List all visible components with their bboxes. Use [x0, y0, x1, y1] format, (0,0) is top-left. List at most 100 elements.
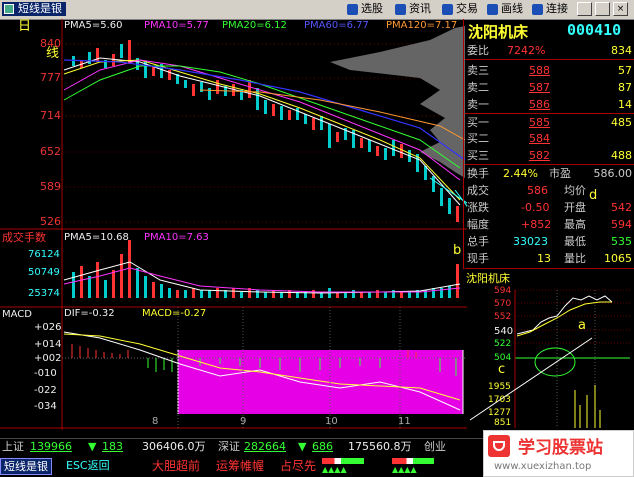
stock-name: 沈阳机床 [468, 23, 529, 41]
esc-back-button[interactable]: ESC返回 [66, 455, 110, 477]
stock-select-button[interactable]: 选股 [345, 2, 383, 16]
kline-chart[interactable] [0, 19, 467, 438]
app-title[interactable]: 短线是银 [2, 2, 66, 16]
macd-title: MACD [2, 309, 32, 320]
pma60-label: PMA60=6.77 [304, 20, 369, 31]
cy-index-label[interactable]: 创业 [424, 439, 446, 455]
sz-index-change: 686 [312, 440, 333, 453]
market-breadth-bar [392, 458, 434, 464]
sh-index-change: 183 [102, 440, 123, 453]
pma10-label: PMA10=5.77 [144, 20, 209, 31]
mini-tick: 1703 [488, 395, 511, 405]
trade-icon [442, 4, 453, 15]
status-slogan: 大胆超前 [152, 459, 201, 473]
sh-down-icon: ▼ [88, 440, 97, 453]
sh-index-value: 139966 [30, 440, 72, 453]
volume-tick: 76124 [28, 249, 60, 260]
order-row: 卖二 587 87 [467, 81, 632, 94]
select-stock-icon [347, 4, 358, 15]
sh-index-amount: 306406.0万 [142, 440, 206, 453]
breadth-icons: ▲▲▲▲ [392, 465, 417, 474]
toolbar: 短线是银 选股 资讯 交易 画线 连接 × [0, 0, 634, 20]
annotation-c: c [498, 362, 506, 377]
macd-label: MACD=-0.27 [142, 308, 207, 319]
macd-tick: -022 [34, 385, 57, 396]
macd-tick: -034 [34, 401, 57, 412]
price-tick: 652 [40, 145, 61, 158]
period-label: 日 [18, 19, 32, 34]
date-tick: 9 [240, 416, 247, 427]
status-slogan: 运筹帷幄 [216, 459, 265, 473]
price-tick: 840 [40, 37, 61, 50]
price-tick: 589 [40, 180, 61, 193]
window-controls: × [577, 2, 630, 16]
trade-button[interactable]: 交易 [440, 2, 478, 16]
sz-index-value: 282664 [244, 440, 286, 453]
volume-tick: 50749 [28, 267, 60, 278]
pma120-label: PMA120=7.17 [386, 20, 458, 31]
order-row: 买三 582 488 [467, 149, 632, 162]
minimize-icon[interactable] [577, 2, 592, 16]
watermark-url: www.xuexizhan.top [494, 461, 592, 472]
status-app-name[interactable]: 短线是银 [0, 458, 52, 475]
watermark-logo-icon [488, 435, 510, 457]
sz-down-icon: ▼ [298, 440, 307, 453]
date-tick: 11 [398, 416, 411, 427]
app-icon [4, 4, 14, 14]
stock-code: 000410 [567, 21, 622, 39]
mini-tick: 570 [494, 299, 512, 309]
watermark: 学习股票站 www.xuexizhan.top [483, 430, 634, 477]
date-tick: 8 [152, 416, 159, 427]
annotation-d: d [589, 188, 598, 203]
volume-pma10-label: PMA10=7.63 [144, 232, 209, 243]
mini-tick: 522 [494, 339, 512, 349]
stat-row: 幅度 +852 最高 594 [467, 218, 632, 231]
draw-line-button[interactable]: 画线 [485, 2, 523, 16]
sz-index-label[interactable]: 深证 [218, 439, 240, 455]
price-tick: 777 [40, 71, 61, 84]
stat-row: 现手 13 量比 1065 [467, 252, 632, 265]
connect-button[interactable]: 连接 [530, 2, 568, 16]
annotation-a: a [578, 318, 586, 333]
mini-tick: 540 [494, 326, 514, 337]
volume-tick: 25374 [28, 288, 60, 299]
market-breadth-bar [322, 458, 364, 464]
mini-tick: 1955 [488, 382, 511, 392]
status-slogan: 占尽先 [280, 459, 317, 473]
dif-label: DIF=-0.32 [64, 308, 115, 319]
sh-index-label[interactable]: 上证 [2, 439, 24, 455]
order-row: 买一 585 485 [467, 116, 632, 129]
date-tick: 10 [325, 416, 338, 427]
price-tick: 526 [40, 215, 61, 228]
stat-row: 换手 2.44% 市盈 586.00 [467, 167, 632, 180]
macd-tick: -010 [34, 368, 57, 379]
order-row: 卖一 586 14 [467, 98, 632, 111]
macd-tick: +014 [34, 339, 62, 350]
watermark-title: 学习股票站 [518, 438, 603, 458]
volume-pma5-label: PMA5=10.68 [64, 232, 129, 243]
mini-tick: 851 [494, 418, 512, 428]
news-icon [395, 4, 406, 15]
pma20-label: PMA20=6.12 [222, 20, 287, 31]
volume-title: 成交手数 [2, 231, 46, 244]
mini-tick: 594 [494, 286, 512, 296]
pma5-label: PMA5=5.60 [64, 20, 123, 31]
news-button[interactable]: 资讯 [393, 2, 431, 16]
macd-tick: +026 [34, 322, 62, 333]
draw-icon [487, 4, 498, 15]
close-icon[interactable]: × [613, 2, 628, 16]
annotation-b: b [453, 243, 462, 258]
mini-tick: 552 [494, 312, 512, 322]
order-row: 买二 584 [467, 132, 550, 145]
maximize-icon[interactable] [595, 2, 610, 16]
stat-row: 总手 33023 最低 535 [467, 235, 632, 248]
connect-icon [532, 4, 543, 15]
weibi-row: 委比 7242% 834 [467, 44, 632, 57]
stat-row: 成交 586 均价 [467, 184, 586, 197]
price-tick: 714 [40, 109, 61, 122]
macd-tick: +002 [34, 353, 62, 364]
order-row: 卖三 588 57 [467, 64, 632, 77]
sz-index-amount: 175560.8万 [348, 440, 412, 453]
stat-row: 涨跌 -0.50 开盘 542 [467, 201, 632, 214]
breadth-icons: ▲▲▲▲ [322, 465, 347, 474]
